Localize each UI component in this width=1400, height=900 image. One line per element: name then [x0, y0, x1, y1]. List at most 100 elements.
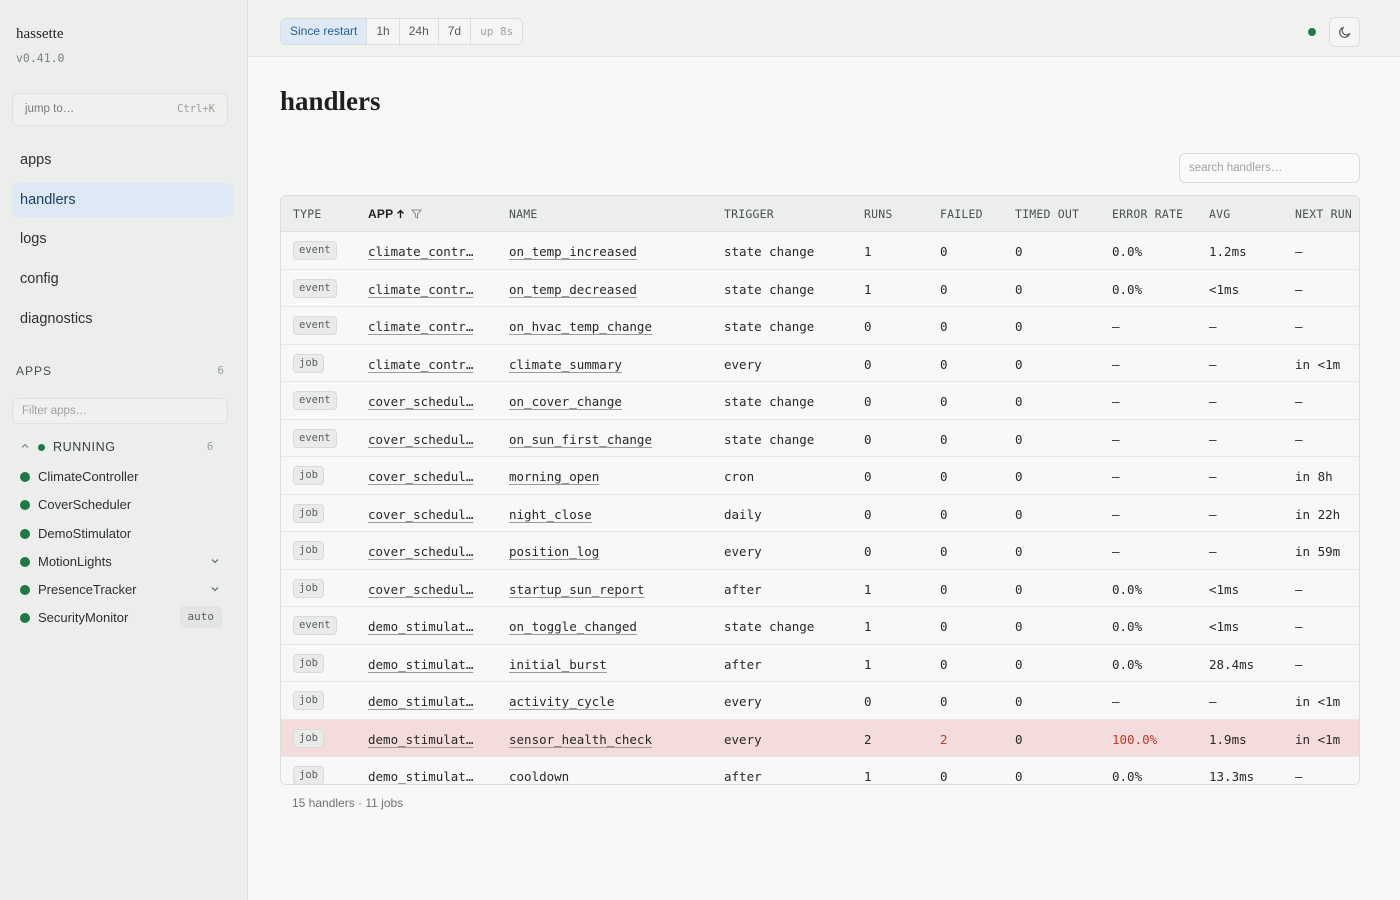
column-header-trigger[interactable]: TRIGGER	[724, 207, 774, 221]
cell-failed: 0	[940, 694, 948, 709]
column-header-name[interactable]: NAME	[509, 207, 538, 221]
range-option-since-restart[interactable]: Since restart	[281, 19, 368, 44]
app-list-item[interactable]: DemoStimulator	[20, 522, 222, 550]
cell-app[interactable]: demo_stimulat…	[368, 694, 473, 709]
table-row[interactable]: event cover_schedul… on_sun_first_change st…	[281, 420, 1359, 457]
cell-trigger: state change	[724, 281, 815, 297]
column-header-timed-out[interactable]: TIMED OUT	[1015, 207, 1079, 221]
cell-timed-out: 0	[1015, 469, 1023, 484]
cell-failed: 0	[940, 506, 948, 522]
cell-app[interactable]: climate_contr…	[368, 357, 473, 372]
table-row[interactable]: event climate_contr… on_hvac_temp_change st…	[281, 307, 1359, 345]
cell-app[interactable]: climate_contr…	[368, 244, 473, 259]
cell-name[interactable]: activity_cycle	[509, 694, 614, 709]
table-row[interactable]: event demo_stimulat… on_toggle_changed stat…	[281, 607, 1359, 645]
main-nav: apps handlers logs config diagnostics	[12, 143, 233, 341]
column-header-failed[interactable]: FAILED	[940, 207, 983, 221]
cell-name[interactable]: initial_burst	[509, 657, 607, 672]
column-header-type[interactable]: TYPE	[293, 207, 322, 221]
cell-trigger: every	[724, 731, 762, 747]
arrow-up-icon	[393, 207, 405, 221]
cell-name[interactable]: on_temp_increased	[509, 244, 637, 259]
cell-app[interactable]: demo_stimulat…	[368, 732, 473, 747]
range-option-24h[interactable]: 24h	[400, 19, 439, 44]
range-option-1h[interactable]: 1h	[367, 19, 400, 44]
cell-next-run: —	[1295, 319, 1303, 334]
cell-name[interactable]: on_sun_first_change	[509, 432, 652, 447]
table-row[interactable]: job cover_schedul… night_close daily 0 0 0 — — in…	[281, 495, 1359, 532]
cell-app[interactable]: demo_stimulat…	[368, 657, 473, 672]
table-row[interactable]: event climate_contr… on_temp_increased stat…	[281, 232, 1359, 270]
cell-app[interactable]: demo_stimulat…	[368, 619, 473, 634]
filter-icon[interactable]	[405, 207, 423, 221]
cell-name[interactable]: cooldown	[509, 769, 569, 784]
cell-trigger: state change	[724, 619, 815, 634]
running-group-label: RUNNING	[53, 440, 116, 454]
app-list-item[interactable]: CoverScheduler	[20, 493, 222, 521]
cell-app[interactable]: demo_stimulat…	[368, 769, 473, 784]
nav-item-diagnostics[interactable]: diagnostics	[12, 302, 233, 336]
top-bar: Since restart 1h 24h 7d up 8s	[248, 0, 1400, 57]
cell-failed: 0	[940, 769, 948, 784]
column-header-next-run[interactable]: NEXT RUN	[1295, 207, 1352, 221]
cell-name[interactable]: night_close	[509, 507, 592, 522]
cell-failed: 0	[940, 394, 948, 409]
cell-name[interactable]: on_temp_decreased	[509, 282, 637, 297]
nav-item-handlers[interactable]: handlers	[12, 182, 233, 217]
cell-runs: 1	[864, 281, 872, 297]
table-row[interactable]: job demo_stimulat… activity_cycle every 0 0 0 —…	[281, 682, 1359, 720]
cell-app[interactable]: climate_contr…	[368, 282, 473, 297]
table-row[interactable]: event cover_schedul… on_cover_change state …	[281, 382, 1359, 420]
jump-to-placeholder: jump to…	[25, 103, 75, 115]
theme-toggle-button[interactable]	[1329, 17, 1360, 47]
column-header-label: NEXT RUN	[1295, 207, 1352, 221]
cell-avg: —	[1209, 319, 1217, 334]
cell-app[interactable]: cover_schedul…	[368, 432, 473, 447]
search-handlers-input[interactable]: search handlers…	[1179, 153, 1360, 183]
cell-name[interactable]: climate_summary	[509, 357, 622, 372]
cell-name[interactable]: on_cover_change	[509, 394, 622, 409]
cell-next-run: —	[1295, 244, 1303, 259]
cell-failed: 0	[940, 431, 948, 447]
app-list-item[interactable]: PresenceTracker	[20, 578, 222, 606]
cell-app[interactable]: cover_schedul…	[368, 394, 473, 409]
cell-name[interactable]: on_toggle_changed	[509, 619, 637, 634]
nav-item-logs[interactable]: logs	[12, 222, 233, 256]
column-header-error-rate[interactable]: ERROR RATE	[1112, 207, 1183, 221]
app-list-item[interactable]: SecurityMonitor auto	[20, 606, 222, 634]
table-row[interactable]: job climate_contr… climate_summary every 0 0 0…	[281, 345, 1359, 382]
filter-apps-input[interactable]: Filter apps…	[12, 398, 228, 424]
table-row[interactable]: job demo_stimulat… cooldown after 1 0 0 0.0% 13.…	[281, 757, 1359, 784]
running-group-header[interactable]: RUNNING 6	[20, 439, 220, 457]
cell-app[interactable]: cover_schedul…	[368, 507, 473, 522]
cell-name[interactable]: startup_sun_report	[509, 582, 644, 597]
nav-item-config[interactable]: config	[12, 262, 233, 296]
table-row[interactable]: job cover_schedul… morning_open cron 0 0 0 — — in…	[281, 457, 1359, 495]
range-option-7d[interactable]: 7d	[439, 19, 472, 44]
cell-app[interactable]: cover_schedul…	[368, 544, 473, 559]
nav-item-apps[interactable]: apps	[12, 143, 233, 177]
cell-app[interactable]: climate_contr…	[368, 319, 473, 334]
chevron-down-icon[interactable]	[210, 556, 220, 569]
app-auto-badge: auto	[179, 606, 222, 629]
table-row[interactable]: job cover_schedul… position_log every 0 0 0 — — i…	[281, 532, 1359, 570]
cell-name[interactable]: morning_open	[509, 469, 599, 484]
jump-to-input[interactable]: jump to… Ctrl+K	[12, 93, 228, 126]
column-header-runs[interactable]: RUNS	[864, 207, 893, 221]
cell-name[interactable]: sensor_health_check	[509, 732, 652, 747]
app-list-item[interactable]: MotionLights	[20, 550, 222, 578]
cell-trigger: every	[724, 544, 762, 559]
cell-name[interactable]: on_hvac_temp_change	[509, 319, 652, 334]
table-row[interactable]: event climate_contr… on_temp_decreased stat…	[281, 270, 1359, 307]
column-header-app[interactable]: APP	[368, 207, 423, 221]
table-row[interactable]: job cover_schedul… startup_sun_report after…	[281, 570, 1359, 607]
cell-name[interactable]: position_log	[509, 544, 599, 559]
table-row[interactable]: job demo_stimulat… initial_burst after 1 0 0 0.…	[281, 645, 1359, 682]
cell-app[interactable]: cover_schedul…	[368, 582, 473, 597]
chevron-down-icon[interactable]	[210, 584, 220, 597]
cell-runs: 0	[864, 356, 872, 372]
app-list-item[interactable]: ClimateController	[20, 465, 222, 493]
cell-app[interactable]: cover_schedul…	[368, 469, 473, 484]
column-header-avg[interactable]: AVG	[1209, 207, 1230, 221]
table-row[interactable]: job demo_stimulat… sensor_health_check ever…	[281, 719, 1359, 757]
